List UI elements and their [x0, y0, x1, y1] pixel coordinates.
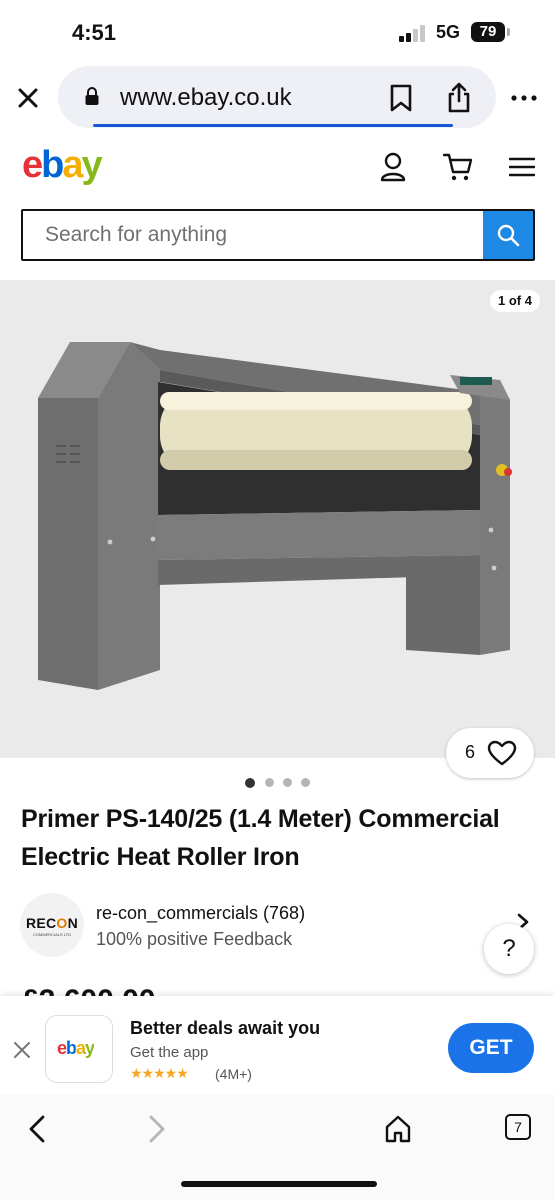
- price-peek: £2,600.00: [22, 986, 222, 996]
- page-load-progress: [93, 124, 453, 127]
- signal-icon: [399, 24, 429, 42]
- carousel-dot-1[interactable]: [245, 778, 255, 788]
- product-title: Primer PS-140/25 (1.4 Meter) Commercial …: [21, 805, 500, 871]
- banner-title: Better deals await you: [130, 1018, 321, 1038]
- seller-feedback: 100% positive Feedback: [96, 929, 293, 949]
- status-time: 4:51: [72, 20, 117, 45]
- carousel-dot-2[interactable]: [265, 778, 274, 787]
- item-price: £2,600.00: [22, 986, 155, 996]
- heart-icon: [487, 740, 517, 766]
- account-icon[interactable]: [379, 152, 407, 182]
- home-icon[interactable]: [384, 1114, 412, 1144]
- seller-avatar[interactable]: RECON COMMERCIALS LTD: [20, 893, 84, 957]
- more-options-icon[interactable]: [510, 94, 538, 102]
- carousel-dots: [245, 778, 315, 788]
- back-icon[interactable]: [26, 1114, 48, 1144]
- image-gallery[interactable]: 1 of 4 6: [0, 280, 555, 778]
- ebay-logo[interactable]: ebay: [22, 144, 103, 187]
- browser-address-bar: www.ebay.co.uk: [0, 64, 555, 130]
- close-icon[interactable]: [12, 1040, 32, 1060]
- tabs-button[interactable]: 7: [505, 1114, 531, 1140]
- close-icon[interactable]: [14, 84, 42, 112]
- battery-tip: [507, 28, 510, 36]
- url-text: www.ebay.co.uk: [120, 84, 292, 111]
- search-input[interactable]: [23, 211, 485, 259]
- ebay-app-icon-label: ebay: [57, 1038, 95, 1058]
- network-type: 5G: [436, 22, 461, 42]
- help-button[interactable]: ?: [484, 924, 534, 974]
- status-bar: 4:51 5G 79: [0, 0, 555, 64]
- search-bar: [21, 209, 535, 261]
- forward-icon[interactable]: [146, 1114, 168, 1144]
- carousel-dot-4[interactable]: [301, 778, 310, 787]
- lock-icon: [85, 87, 99, 105]
- share-icon[interactable]: [446, 81, 472, 113]
- search-button[interactable]: [483, 211, 533, 259]
- battery-icon: 79: [471, 22, 505, 42]
- bookmark-icon[interactable]: [388, 83, 414, 113]
- browser-bottom-nav: 7: [0, 1094, 555, 1200]
- watch-count: 6: [465, 742, 476, 762]
- image-counter: 1 of 4: [490, 290, 540, 312]
- rating-stars-icon: ★★★★★: [130, 1065, 189, 1081]
- product-image[interactable]: [30, 330, 520, 700]
- search-icon: [497, 224, 520, 247]
- seller-logo-subtext: COMMERCIALS LTD: [32, 932, 72, 937]
- ebay-app-icon: ebay: [45, 1015, 113, 1083]
- banner-subtitle: Get the app: [130, 1044, 209, 1061]
- cart-icon[interactable]: [443, 152, 473, 182]
- app-install-banner: ebay Better deals await you Get the app …: [0, 996, 555, 1094]
- url-field[interactable]: www.ebay.co.uk: [58, 66, 496, 128]
- home-indicator: [181, 1181, 377, 1187]
- carousel-dot-3[interactable]: [283, 778, 292, 787]
- get-app-button[interactable]: GET: [448, 1023, 534, 1073]
- watch-button[interactable]: 6: [446, 728, 534, 778]
- seller-name[interactable]: re-con_commercials (768): [96, 903, 305, 924]
- hamburger-menu-icon[interactable]: [509, 156, 535, 178]
- seller-logo-text: RECON: [25, 915, 79, 931]
- rating-count: (4M+): [215, 1066, 252, 1082]
